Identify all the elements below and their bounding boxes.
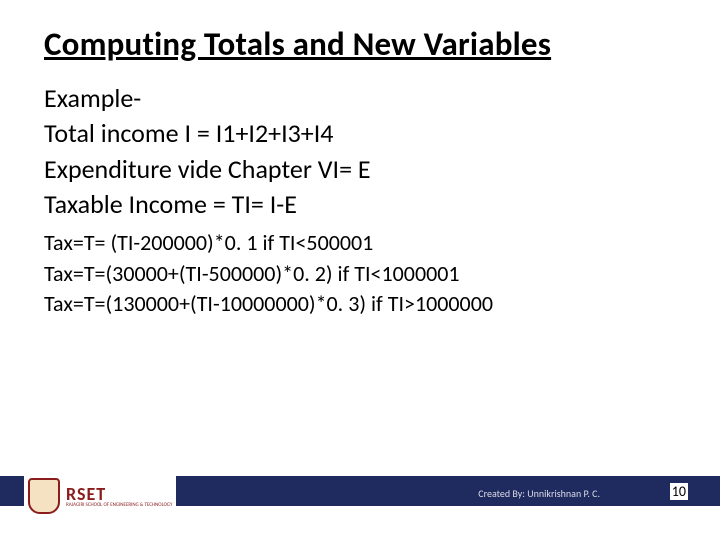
body-large-block: Example- Total income I = I1+I2+I3+I4 Ex… <box>44 82 676 221</box>
body-small-block: Tax=T= (TI-200000)*0. 1 if TI<500001 Tax… <box>44 229 676 319</box>
body-line: Taxable Income = TI= I-E <box>44 188 676 221</box>
logo-text: RSET <box>66 485 172 503</box>
body-line: Example- <box>44 82 676 115</box>
logo-text-block: RSET RAJAGIRI SCHOOL OF ENGINEERING & TE… <box>66 485 172 508</box>
formula-line: Tax=T= (TI-200000)*0. 1 if TI<500001 <box>44 229 676 258</box>
formula-line: Tax=T=(30000+(TI-500000)*0. 2) if TI<100… <box>44 260 676 289</box>
crest-icon <box>28 478 60 514</box>
formula-line: Tax=T=(130000+(TI-10000000)*0. 3) if TI>… <box>44 290 676 319</box>
slide-title: Computing Totals and New Variables <box>44 24 676 64</box>
logo-subtext: RAJAGIRI SCHOOL OF ENGINEERING & TECHNOL… <box>66 503 172 508</box>
credit-text: Created By: Unnikrishnan P. C. <box>478 487 600 500</box>
body-line: Expenditure vide Chapter VI= E <box>44 153 676 186</box>
body-line: Total income I = I1+I2+I3+I4 <box>44 117 676 150</box>
page-number: 10 <box>670 483 688 500</box>
logo: RSET RAJAGIRI SCHOOL OF ENGINEERING & TE… <box>24 476 176 516</box>
slide: Computing Totals and New Variables Examp… <box>0 0 720 540</box>
